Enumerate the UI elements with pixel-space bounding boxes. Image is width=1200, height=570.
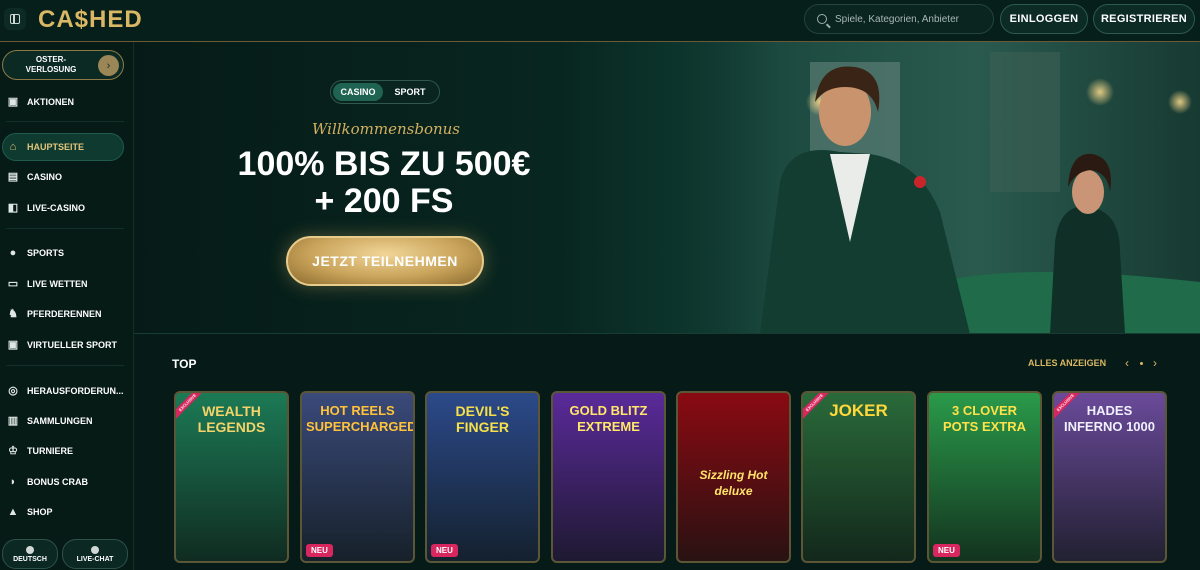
promo-raffle-button[interactable]: OSTER- VERLOSUNG › [2,50,124,80]
sidebar-item-label: HERAUSFORDERUN... [27,386,124,396]
sidebar-item-label: LIVE WETTEN [27,279,88,289]
tab-casino[interactable]: CASINO [333,83,383,101]
sidebar-item-label: AKTIONEN [27,97,74,107]
sidebar-item-herausforderungen[interactable]: ◎ HERAUSFORDERUN... [0,379,124,403]
sidebar-item-label: SAMMLUNGEN [27,416,93,426]
sidebar-item-label: HAUPTSEITE [27,142,85,152]
game-title: Sizzling Hot deluxe [699,468,768,498]
hero-headline: 100% BIS ZU 500€ + 200 FS [214,146,554,220]
trophy-icon: ♔ [8,445,18,457]
live-icon: ▭ [7,278,19,290]
sidebar-item-label: LIVE-CASINO [27,203,86,213]
sidebar-item-casino[interactable]: ▤ CASINO [0,165,124,189]
horse-icon: ♞ [8,308,18,320]
sidebar-item-label: SPORTS [27,248,65,258]
sidebar-item-bonus-crab[interactable]: ◗ BONUS CRAB [0,470,124,494]
collection-icon: ▥ [7,415,19,427]
new-badge: NEU [933,544,960,557]
game-card[interactable]: GOLD BLITZ EXTREME [551,391,666,563]
search-icon [817,14,827,24]
sidebar-item-hauptseite[interactable]: ⌂ HAUPTSEITE [2,133,124,161]
live-chat-label: LIVE-CHAT [76,555,114,563]
game-title: HADES INFERNO 1000 [1063,403,1156,434]
cards-icon: ◧ [7,202,19,214]
search-input[interactable] [835,13,985,25]
chevron-right-icon[interactable]: › [1148,356,1162,370]
sidebar-item-sports[interactable]: ● SPORTS [0,241,124,265]
sidebar-item-label: TURNIERE [27,446,74,456]
virtual-icon: ▣ [7,339,19,351]
live-chat-button[interactable]: LIVE-CHAT [62,539,128,569]
sidebar-item-turniere[interactable]: ♔ TURNIERE [0,439,124,463]
sidebar-item-virtueller-sport[interactable]: ▣ VIRTUELLER SPORT [0,333,124,357]
hero-headline-line2: + 200 FS [314,182,454,220]
sidebar-item-sammlungen[interactable]: ▥ SAMMLUNGEN [0,409,124,433]
pager-dot [1140,362,1143,365]
slot-machine-icon: ▤ [7,171,19,183]
sidebar-item-label: SHOP [27,507,53,517]
sidebar-divider [6,228,124,229]
section-title: TOP [172,357,197,371]
game-title: JOKER [829,401,888,420]
login-button[interactable]: EINLOGGEN [1000,4,1088,34]
sidebar-item-label: VIRTUELLER SPORT [27,340,118,350]
chevron-right-icon: › [98,55,119,76]
language-button[interactable]: DEUTSCH [2,539,58,569]
game-card[interactable]: Sizzling Hot deluxe [676,391,791,563]
sidebar-item-aktionen[interactable]: ▣ AKTIONEN [0,90,124,114]
game-card[interactable]: 3 CLOVER POTS EXTRA NEU [927,391,1042,563]
search-box[interactable] [804,4,994,34]
chat-icon [91,545,99,554]
game-card[interactable]: DEVIL'S FINGER NEU [425,391,540,563]
crab-icon: ◗ [9,476,17,488]
sidebar-item-label: BONUS CRAB [27,477,89,487]
game-title: 3 CLOVER POTS EXTRA [942,403,1027,434]
tab-sport[interactable]: SPORT [383,83,437,101]
hero-banner: CASINO SPORT Willkommensbonus 100% BIS Z… [134,42,1200,334]
shop-icon: ▲ [7,506,19,518]
logo[interactable]: CA$HED [38,6,143,34]
sidebar-toggle-button[interactable] [4,8,26,30]
sidebar-item-live-casino[interactable]: ◧ LIVE-CASINO [0,196,124,220]
join-now-button[interactable]: JETZT TEILNEHMEN [286,236,484,286]
game-card[interactable]: HOT REELS SUPERCHARGED NEU [300,391,415,563]
chevron-left-icon[interactable]: ‹ [1120,356,1134,370]
hero-illustration [640,42,1200,333]
sidebar-item-live-wetten[interactable]: ▭ LIVE WETTEN [0,272,124,296]
new-badge: NEU [306,544,333,557]
gift-icon: ▣ [7,96,19,108]
top-bar: CA$HED EINLOGGEN REGISTRIEREN [0,0,1200,42]
casino-sport-switch: CASINO SPORT [330,80,440,104]
ball-icon: ● [9,247,17,259]
sidebar-divider [6,365,124,366]
sidebar-item-label: CASINO [27,172,63,182]
language-label: DEUTSCH [13,555,47,563]
new-badge: NEU [431,544,458,557]
sidebar-toggle-icon [10,14,20,24]
register-button[interactable]: REGISTRIEREN [1093,4,1195,34]
promo-label: OSTER- VERLOSUNG [25,55,77,74]
globe-icon [26,545,34,554]
game-title: DEVIL'S FINGER [455,403,510,435]
see-all-link[interactable]: ALLES ANZEIGEN [1028,358,1106,368]
game-card[interactable]: JOKER EXCLUSIVE [801,391,916,563]
home-icon: ⌂ [9,141,17,153]
game-title: HOT REELS SUPERCHARGED [306,403,415,434]
sidebar-item-label: PFERDERENNEN [27,309,102,319]
game-title: WEALTH LEGENDS [197,403,266,435]
sidebar-divider [6,121,124,122]
sidebar-item-shop[interactable]: ▲ SHOP [0,500,124,524]
challenge-icon: ◎ [8,385,18,397]
game-card[interactable]: WEALTH LEGENDS EXCLUSIVE [174,391,289,563]
game-title: GOLD BLITZ EXTREME [569,403,648,434]
hero-headline-line1: 100% BIS ZU 500€ [237,145,531,183]
game-card[interactable]: HADES INFERNO 1000 EXCLUSIVE [1052,391,1167,563]
sidebar: OSTER- VERLOSUNG › ▣ AKTIONEN ⌂ HAUPTSEITE … [0,42,134,570]
hero-subtitle: Willkommensbonus [312,120,461,138]
sidebar-item-pferderennen[interactable]: ♞ PFERDERENNEN [0,302,124,326]
